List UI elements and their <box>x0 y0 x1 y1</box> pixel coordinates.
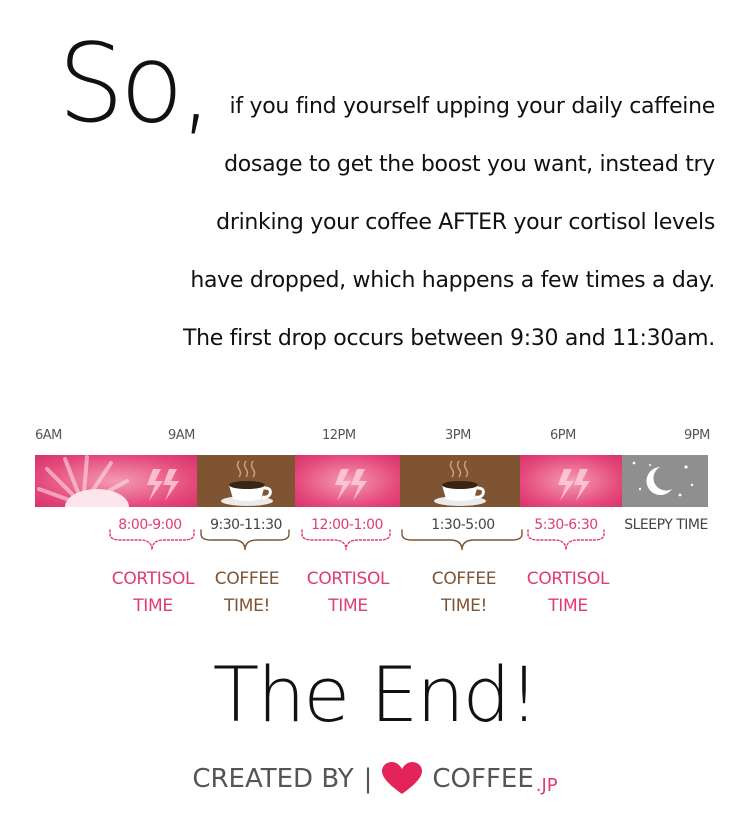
timeline-segment-sleep <box>622 455 708 507</box>
lightning-icon <box>558 469 590 501</box>
coffee-cup-icon <box>221 460 273 506</box>
tick-label-3pm: 3PM <box>445 428 471 443</box>
label-coffee-2: COFFEE TIME! <box>418 566 510 620</box>
intro-line: have dropped, which happens a few times … <box>190 268 715 293</box>
intro-line: dosage to get the boost you want, instea… <box>224 152 715 177</box>
tick-label-12pm: 12PM <box>322 428 356 443</box>
label-line: TIME <box>328 596 368 616</box>
credit-line: CREATED BY | COFFEE .JP <box>0 762 750 796</box>
tick-label-9pm: 9PM <box>684 428 710 443</box>
heart-icon <box>382 762 423 794</box>
created-by-text: CREATED BY <box>192 764 354 794</box>
label-line: CORTISOL <box>306 569 390 589</box>
label-line: TIME <box>133 596 173 616</box>
tick-label-9am: 9AM <box>168 428 195 443</box>
timeline-segment-coffee <box>400 455 520 507</box>
the-end-title: The End! <box>212 650 539 739</box>
timeline-bar <box>0 455 750 507</box>
intro-text: if you find yourself upping your daily c… <box>180 92 715 382</box>
intro-line: drinking your coffee AFTER your cortisol… <box>216 210 715 235</box>
label-cortisol-2: CORTISOL TIME <box>302 566 394 620</box>
sunrise-icon <box>37 455 179 507</box>
timeline-segment-cortisol <box>520 455 622 507</box>
range-braces <box>109 529 605 551</box>
label-line: COFFEE <box>431 569 497 589</box>
tick-label-6am: 6AM <box>35 428 62 443</box>
label-line: TIME <box>548 596 588 616</box>
coffee-cup-icon <box>434 460 486 506</box>
timeline-segment-cortisol <box>35 455 197 507</box>
lightning-icon <box>335 469 367 501</box>
tick-label-6pm: 6PM <box>550 428 576 443</box>
label-line: TIME! <box>223 596 271 616</box>
label-cortisol-3: CORTISOL TIME <box>522 566 614 620</box>
label-line: COFFEE <box>214 569 280 589</box>
label-cortisol-1: CORTISOL TIME <box>108 566 198 620</box>
label-line: TIME! <box>440 596 488 616</box>
timeline-segment-coffee <box>197 455 295 507</box>
moon-stars-icon <box>632 461 694 497</box>
brand-suffix: .JP <box>535 775 558 796</box>
label-line: CORTISOL <box>526 569 610 589</box>
intro-line: The first drop occurs between 9:30 and 1… <box>182 326 715 351</box>
separator: | <box>363 764 373 794</box>
sleepy-time-label: SLEEPY TIME <box>624 517 708 533</box>
timeline-segment-cortisol <box>295 455 400 507</box>
brand-name: COFFEE <box>432 764 534 794</box>
label-line: CORTISOL <box>111 569 195 589</box>
label-coffee-1: COFFEE TIME! <box>202 566 292 620</box>
intro-line: if you find yourself upping your daily c… <box>229 94 716 119</box>
